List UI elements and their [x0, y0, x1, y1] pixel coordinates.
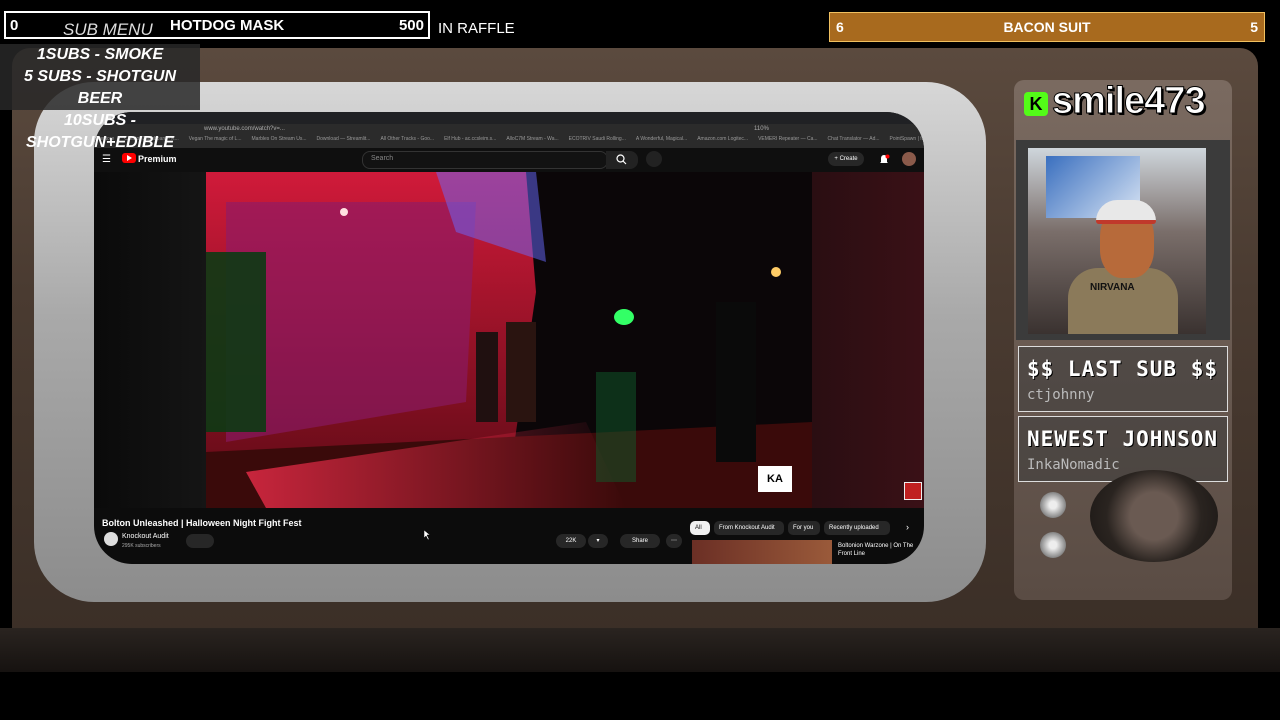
- tv-small-knob-bottom: [1040, 532, 1066, 558]
- filter-chip[interactable]: From Knockout Audit: [714, 521, 784, 535]
- video-player[interactable]: [206, 172, 812, 508]
- search-placeholder: Search: [371, 155, 394, 162]
- mouse-cursor-icon: [424, 530, 431, 540]
- tv-small-knob-top: [1040, 492, 1066, 518]
- share-label: Share: [631, 538, 648, 544]
- bookmark-item[interactable]: ECOTRIV Saudi Rolling...: [569, 136, 626, 142]
- youtube-logo-icon[interactable]: [122, 153, 136, 163]
- more-actions-button[interactable]: ⋯: [666, 534, 682, 548]
- bookmarks-bar: Livestore Creator Dashboard - K... Vegan T…: [94, 136, 924, 148]
- streamer-channel-name: smile473: [1052, 80, 1207, 123]
- channel-watermark: KA: [758, 466, 792, 492]
- streamer-hat: [1096, 200, 1156, 224]
- create-button[interactable]: + Create: [828, 152, 864, 166]
- bookmark-item[interactable]: A Wonderful, Magical...: [636, 136, 687, 142]
- search-input[interactable]: Search: [362, 151, 608, 169]
- bookmark-item[interactable]: Download — Streamlit...: [317, 136, 371, 142]
- chevron-right-icon[interactable]: ›: [906, 522, 909, 532]
- goal-left-target: 500: [398, 17, 424, 34]
- newest-sub-box: NEWEST JOHNSON InkaNomadic: [1018, 416, 1228, 482]
- goal-right-target: 5: [1250, 19, 1258, 35]
- sub-menu-item: 10SUBS - SHOTGUN+EDIBLE: [25, 112, 174, 151]
- youtube-corner-icon[interactable]: [904, 482, 922, 500]
- bookmark-item[interactable]: PointSpawn | food Bo...: [890, 136, 924, 142]
- url-text[interactable]: www.youtube.com/watch?v=...: [204, 126, 285, 132]
- bookmark-item[interactable]: Amazon.com Logitec...: [697, 136, 748, 142]
- streamer-name-plate: K smile473: [1020, 80, 1230, 124]
- search-button[interactable]: [606, 151, 638, 169]
- bookmark-item[interactable]: Marbles On Stream Us...: [252, 136, 307, 142]
- sub-goal-bar-left: 0 SUB MENU HOTDOG MASK 500: [4, 11, 430, 39]
- mic-icon[interactable]: [646, 151, 662, 167]
- tv-screen: www.youtube.com/watch?v=... 110% Livesto…: [94, 112, 924, 564]
- sub-menu-item: 1SUBS - SMOKE: [36, 46, 164, 63]
- kick-icon: K: [1024, 92, 1048, 116]
- channel-subscribers: 295K subscribers: [122, 543, 161, 549]
- bookmark-item[interactable]: Chat Translator — Ad...: [828, 136, 880, 142]
- like-count: 22K: [565, 538, 577, 544]
- goal-left-count: 0: [10, 17, 19, 34]
- channel-name[interactable]: Knockout Audit: [122, 533, 169, 540]
- notifications-bell-icon[interactable]: [878, 153, 890, 171]
- subscribed-bell-button[interactable]: [186, 534, 214, 548]
- sub-goal-bar-right: 6 BACON SUIT 5: [829, 12, 1265, 42]
- recommended-title[interactable]: Boltonion Warzone | On The Front Line: [838, 542, 918, 558]
- share-button[interactable]: Share: [620, 534, 660, 548]
- last-sub-box: $$ LAST SUB $$ ctjohnny: [1018, 346, 1228, 412]
- sub-menu-heading: SUB MENU: [63, 20, 153, 39]
- search-icon: [616, 154, 627, 165]
- account-avatar[interactable]: [902, 152, 916, 166]
- video-title: Bolton Unleashed | Halloween Night Fight…: [102, 518, 302, 528]
- zoom-level: 110%: [754, 126, 769, 132]
- menu-icon[interactable]: ☰: [102, 154, 111, 165]
- bookmark-item[interactable]: All Other Tracks - Goo...: [380, 136, 434, 142]
- bookmark-item[interactable]: VEMERI Repeater — Ca...: [758, 136, 817, 142]
- browser-tab-bar[interactable]: [94, 112, 924, 124]
- newest-name: InkaNomadic: [1027, 457, 1120, 473]
- newest-label: NEWEST JOHNSON: [1027, 427, 1219, 451]
- goal-left-item: HOTDOG MASK: [170, 17, 285, 34]
- filter-chip[interactable]: For you: [788, 521, 820, 535]
- filter-chip[interactable]: All: [690, 521, 710, 535]
- tv-channel-knob: [1090, 470, 1218, 562]
- bookmark-item[interactable]: Elf Hub - ac.ccsleim.s...: [444, 136, 496, 142]
- youtube-header: ☰ Premium Search + Create: [94, 148, 924, 172]
- channel-avatar[interactable]: [104, 532, 118, 546]
- sub-menu-list: 1SUBS - SMOKE 5 SUBS - SHOTGUN BEER 10SU…: [0, 44, 200, 151]
- video-ambient-left: [94, 172, 206, 508]
- bookmark-item[interactable]: AlloC7M Stream - Wa...: [506, 136, 558, 142]
- sub-menu-item: 5 SUBS - SHOTGUN BEER: [23, 68, 176, 107]
- recommended-thumbnail[interactable]: [692, 540, 832, 564]
- last-sub-name: ctjohnny: [1027, 387, 1095, 403]
- video-frame-night-street: [206, 172, 812, 508]
- goal-right-item: BACON SUIT: [1003, 19, 1091, 35]
- tv-base: [0, 628, 1280, 672]
- browser-address-bar[interactable]: www.youtube.com/watch?v=... 110%: [94, 124, 924, 136]
- filter-chip[interactable]: Recently uploaded: [824, 521, 890, 535]
- webcam-feed: NIRVANA: [1028, 148, 1206, 334]
- dislike-button[interactable]: ▾: [588, 534, 608, 548]
- youtube-brand[interactable]: Premium: [138, 154, 177, 164]
- like-button[interactable]: 22K: [556, 534, 586, 548]
- video-ambient-right: [812, 172, 924, 508]
- last-sub-label: $$ LAST SUB $$: [1027, 357, 1219, 381]
- raffle-label: IN RAFFLE: [438, 20, 515, 37]
